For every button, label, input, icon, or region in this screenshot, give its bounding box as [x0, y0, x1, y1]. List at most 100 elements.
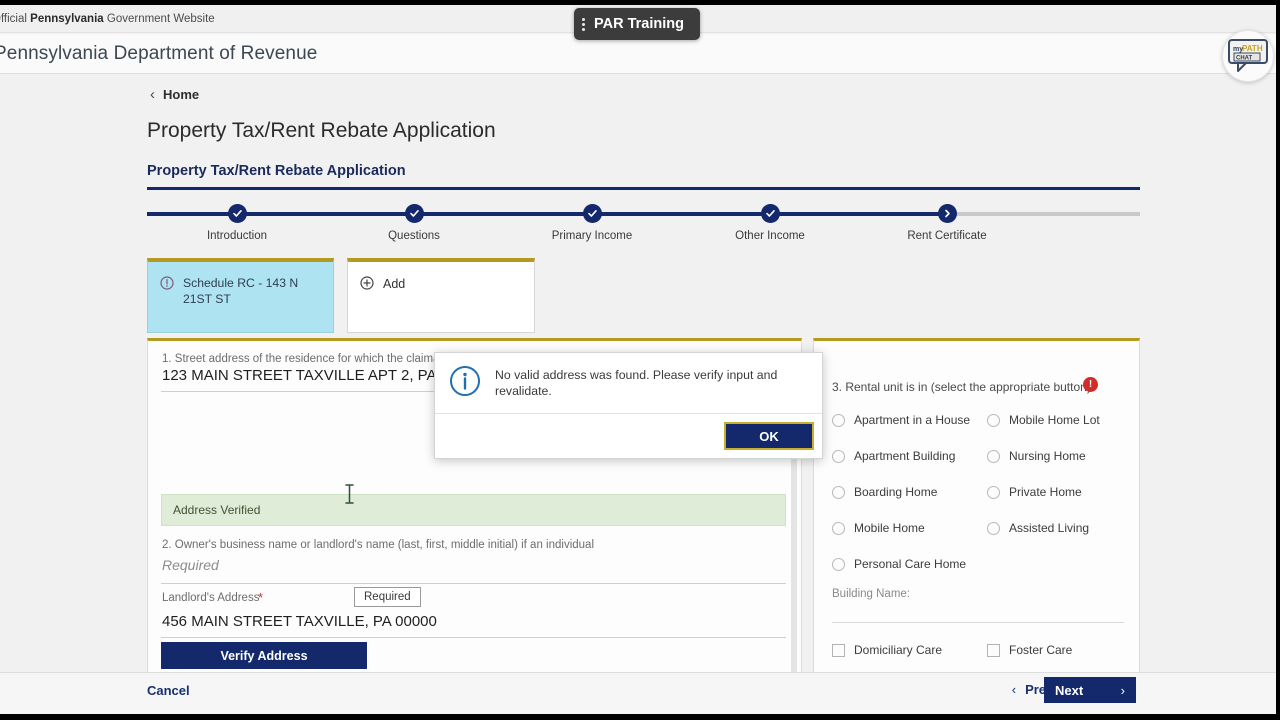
- page-title: Property Tax/Rent Rebate Application: [147, 119, 496, 142]
- svg-text:CHAT: CHAT: [1236, 56, 1253, 62]
- radio-apartment-in-a-house[interactable]: Apartment in a House: [832, 413, 970, 427]
- radio-label: Private Home: [1009, 485, 1082, 499]
- svg-text:PATH: PATH: [1242, 44, 1263, 53]
- owner-landlord-name-input[interactable]: Required: [162, 557, 219, 573]
- radio-icon: [987, 449, 1000, 463]
- chevron-right-icon: [944, 209, 950, 218]
- step-questions-dot[interactable]: [404, 204, 424, 223]
- par-training-label: PAR Training: [594, 16, 684, 32]
- radio-icon: [832, 449, 845, 463]
- schedule-rc-card-label: Schedule RC - 143 N 21ST ST: [183, 276, 299, 306]
- official-banner-text: Official Pennsylvania Government Website: [0, 13, 215, 25]
- radio-label: Boarding Home: [854, 485, 938, 499]
- section-header: Property Tax/Rent Rebate Application: [147, 163, 1140, 190]
- landlord-address-underline: [161, 637, 786, 638]
- rent-certificate-form-right: 3. Rental unit is in (select the appropr…: [813, 338, 1140, 675]
- radio-label: Assisted Living: [1009, 521, 1090, 535]
- step-rent-certificate[interactable]: Rent Certificate: [877, 204, 1017, 242]
- radio-label: Personal Care Home: [854, 557, 967, 571]
- building-name-label: Building Name:: [832, 588, 910, 600]
- step-label: Other Income: [735, 230, 805, 242]
- step-introduction[interactable]: Introduction: [167, 204, 307, 242]
- add-rent-certificate-card[interactable]: Add: [347, 258, 535, 333]
- step-other-income[interactable]: Other Income: [700, 204, 840, 242]
- agency-header: Pennsylvania Department of Revenue: [0, 34, 1276, 74]
- radio-private-home[interactable]: Private Home: [987, 485, 1082, 499]
- progress-stepper: Introduction Questions Primary Income Ot…: [147, 204, 1140, 256]
- agency-title: Pennsylvania Department of Revenue: [0, 42, 318, 64]
- chevron-right-icon: ›: [1120, 682, 1125, 698]
- radio-icon: [832, 485, 845, 499]
- breadcrumb-label: Home: [163, 87, 200, 102]
- step-label: Rent Certificate: [907, 230, 987, 242]
- address-verified-banner: Address Verified: [161, 494, 786, 526]
- dialog-footer: OK: [435, 414, 822, 458]
- check-icon: [409, 210, 419, 217]
- radio-personal-care-home[interactable]: Personal Care Home: [832, 557, 966, 571]
- step-label: Introduction: [206, 230, 268, 242]
- checkbox-label: Domiciliary Care: [854, 643, 943, 657]
- cancel-button[interactable]: Cancel: [147, 683, 190, 698]
- chevron-left-icon: ‹: [1011, 682, 1017, 697]
- panel-scrollbar[interactable]: [791, 437, 797, 674]
- dialog-body: No valid address was found. Please verif…: [435, 353, 822, 414]
- radio-label: Apartment Building: [854, 449, 956, 463]
- building-name-input[interactable]: [832, 622, 1124, 623]
- rental-unit-type-label: 3. Rental unit is in (select the appropr…: [832, 380, 1095, 394]
- radio-boarding-home[interactable]: Boarding Home: [832, 485, 937, 499]
- radio-mobile-home-lot[interactable]: Mobile Home Lot: [987, 413, 1100, 427]
- check-icon: [232, 210, 242, 217]
- checkbox-icon: [832, 643, 845, 657]
- step-primary-income-dot[interactable]: [582, 204, 602, 223]
- checkbox-label: Foster Care: [1009, 643, 1073, 657]
- radio-apartment-building[interactable]: Apartment Building: [832, 449, 955, 463]
- chat-bubble-icon: my PATH CHAT: [1228, 39, 1268, 72]
- vertical-dots-icon[interactable]: [582, 17, 585, 31]
- next-button[interactable]: Next ›: [1044, 677, 1136, 703]
- banner-prefix: Official: [0, 12, 27, 25]
- radio-icon: [987, 413, 1000, 427]
- mypath-chat-badge[interactable]: my PATH CHAT: [1222, 30, 1274, 82]
- owner-landlord-name-label: 2. Owner's business name or landlord's n…: [162, 539, 594, 551]
- step-primary-income[interactable]: Primary Income: [522, 204, 662, 242]
- radio-icon: [987, 521, 1000, 535]
- step-questions[interactable]: Questions: [344, 204, 484, 242]
- landlord-address-input[interactable]: 456 MAIN STREET TAXVILLE, PA 00000: [162, 613, 437, 630]
- par-training-badge[interactable]: PAR Training: [574, 8, 700, 40]
- address-validation-dialog: No valid address was found. Please verif…: [434, 352, 823, 459]
- section-divider: [147, 187, 1140, 190]
- ok-button[interactable]: OK: [724, 422, 814, 450]
- bottom-navigation-bar: Cancel ‹ Previous Next ›: [0, 672, 1276, 714]
- step-introduction-dot[interactable]: [227, 204, 247, 223]
- radio-mobile-home[interactable]: Mobile Home: [832, 521, 925, 535]
- radio-icon: [987, 485, 1000, 499]
- banner-state-name: Pennsylvania: [30, 12, 104, 25]
- step-label: Primary Income: [551, 230, 633, 242]
- rental-unit-error-badge: [1083, 377, 1098, 392]
- add-card-label: Add: [383, 277, 406, 291]
- landlord-address-label: Landlord's Address: [162, 592, 260, 604]
- next-label: Next: [1055, 682, 1084, 698]
- radio-label: Apartment in a House: [854, 413, 971, 427]
- checkbox-foster-care[interactable]: Foster Care: [987, 643, 1072, 657]
- screen-capture: Official Pennsylvania Government Website…: [0, 0, 1280, 720]
- radio-nursing-home[interactable]: Nursing Home: [987, 449, 1086, 463]
- check-icon: [587, 210, 597, 217]
- plus-circle-icon: [360, 276, 374, 295]
- radio-assisted-living[interactable]: Assisted Living: [987, 521, 1089, 535]
- step-rent-certificate-dot[interactable]: [937, 204, 957, 223]
- exclamation-circle-icon: [160, 276, 174, 307]
- step-other-income-dot[interactable]: [760, 204, 780, 223]
- step-label: Questions: [388, 230, 440, 242]
- breadcrumb-home[interactable]: ‹ Home: [150, 87, 199, 102]
- radio-icon: [832, 557, 845, 571]
- verify-address-button[interactable]: Verify Address: [161, 642, 367, 669]
- frame-border-right: [1276, 0, 1280, 720]
- checkbox-domiciliary-care[interactable]: Domiciliary Care: [832, 643, 942, 657]
- dialog-message: No valid address was found. Please verif…: [495, 368, 778, 398]
- schedule-rc-card[interactable]: Schedule RC - 143 N 21ST ST: [147, 258, 334, 333]
- chevron-left-icon: ‹: [150, 86, 155, 103]
- required-tooltip: Required: [354, 587, 421, 607]
- check-icon: [765, 210, 775, 217]
- text-cursor-icon: [344, 484, 355, 509]
